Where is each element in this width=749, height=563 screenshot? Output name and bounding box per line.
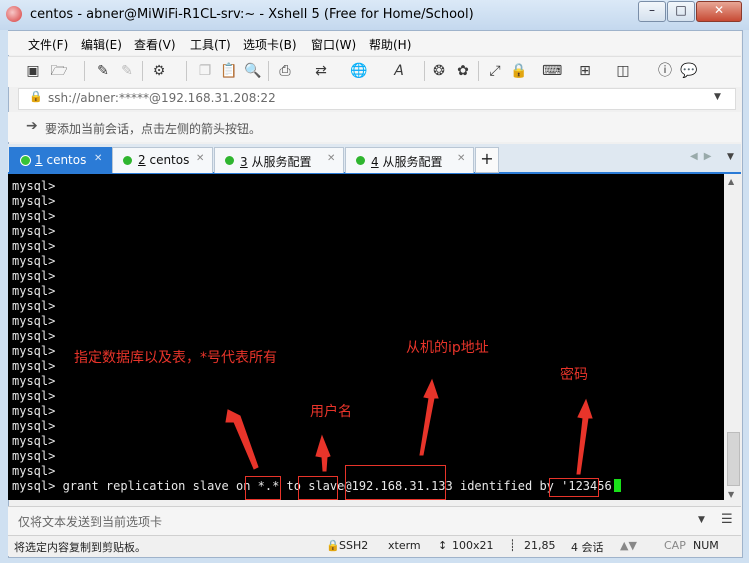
status-numlock: NUM: [693, 539, 719, 552]
compose-dropdown-icon[interactable]: ▼: [698, 515, 705, 525]
status-position-icon: ┊: [509, 539, 516, 552]
db-annotation: 指定数据库以及表，*号代表所有: [74, 350, 277, 366]
host-highlight-box: [345, 465, 446, 500]
status-caps: CAP: [664, 539, 686, 552]
status-size-icon: ↕: [438, 539, 448, 552]
compose-menu-icon[interactable]: ☰: [721, 512, 733, 527]
status-lock-icon: 🔒: [326, 539, 340, 552]
db-arrow-icon: [225, 409, 259, 470]
status-cursor-position: 21,85: [524, 539, 556, 552]
user-arrow-icon: [315, 434, 331, 472]
scrollbar-thumb[interactable]: [727, 432, 740, 486]
user-annotation: 用户名: [310, 404, 352, 420]
status-protocol: SSH2: [339, 539, 369, 552]
status-terminal-type: xterm: [388, 539, 421, 552]
user-highlight-box: [298, 476, 338, 500]
password-annotation: 密码: [560, 367, 588, 383]
session-nav-icon[interactable]: ▲▼: [620, 539, 637, 552]
status-size: 100x21: [452, 539, 494, 552]
status-sessions: 4 会话: [571, 541, 604, 554]
scroll-down-icon[interactable]: ▼: [728, 490, 734, 499]
compose-input[interactable]: 仅将文本发送到当前选项卡: [18, 513, 162, 530]
password-highlight-box: [549, 478, 599, 497]
host-annotation: 从机的ip地址: [406, 340, 489, 356]
status-message: 将选定内容复制到剪贴板。: [14, 541, 146, 554]
host-arrow-icon: [419, 378, 439, 456]
password-arrow-icon: [576, 398, 593, 475]
db-highlight-box: [245, 476, 281, 500]
scroll-up-icon[interactable]: ▲: [728, 177, 734, 186]
